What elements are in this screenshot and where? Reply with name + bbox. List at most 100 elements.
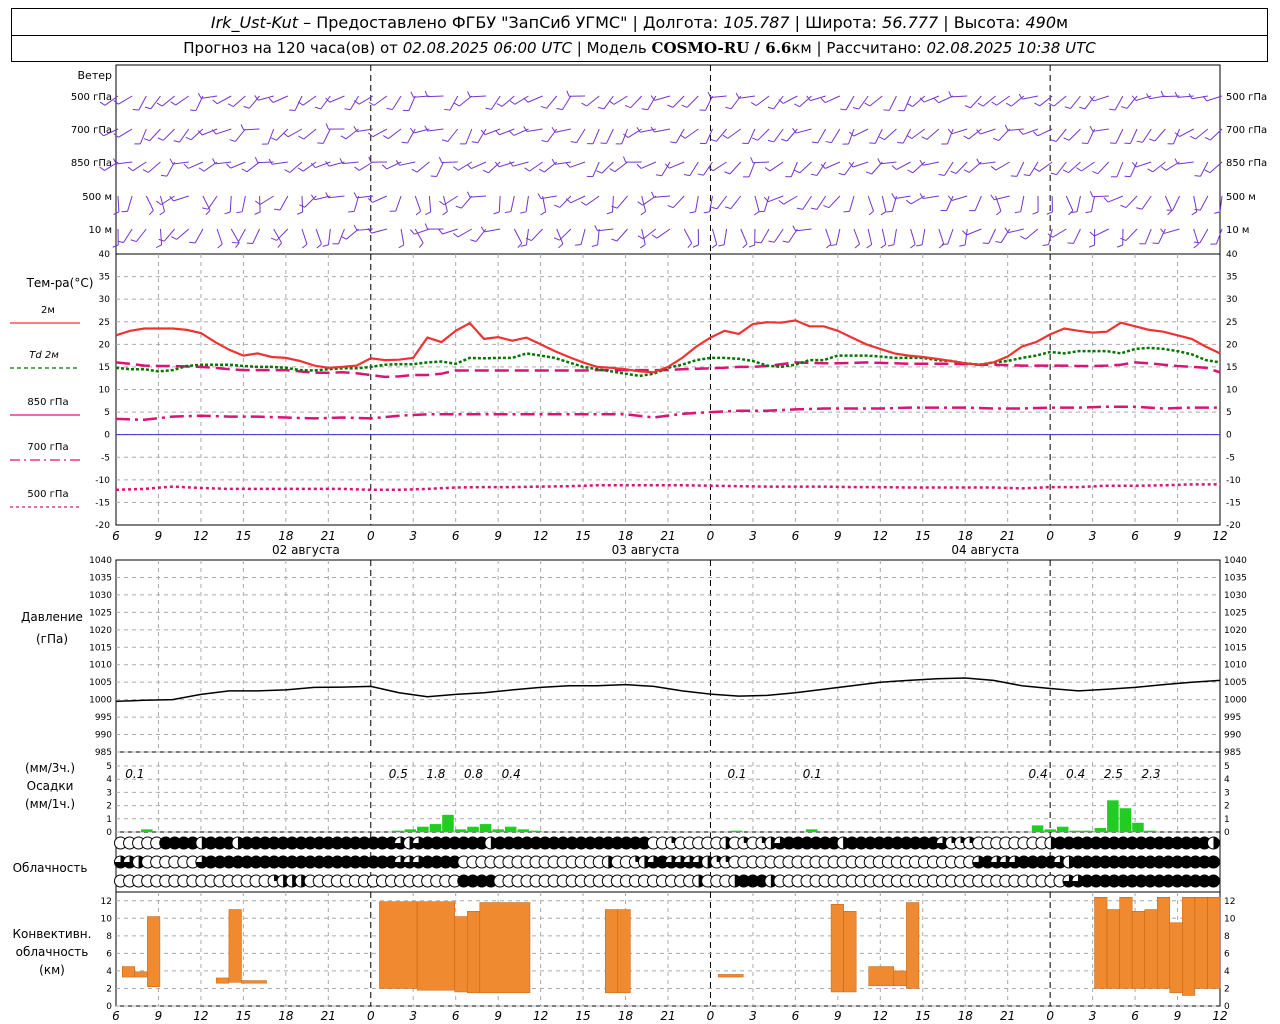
wind-barb <box>555 128 572 133</box>
precip-unit-3h: (мм/3ч.) <box>25 761 75 775</box>
wind-barb <box>1025 228 1039 240</box>
wind-barb-flag <box>886 210 893 213</box>
wind-barb-flag <box>667 204 674 209</box>
wind-barb-flag <box>241 168 248 173</box>
wind-barb-flag <box>368 101 375 106</box>
wind-barb <box>951 95 968 98</box>
wind-barb <box>1141 195 1152 210</box>
wind-barb <box>921 228 926 245</box>
wind-barb-flag <box>1136 207 1143 210</box>
wind-barb <box>730 195 742 209</box>
precip-bar <box>417 826 429 832</box>
wind-barb-flag <box>143 138 150 142</box>
convective-cloud-bar <box>1106 909 1120 989</box>
wind-barb-flag <box>921 136 928 140</box>
wind-barb <box>301 228 308 245</box>
wind-barb <box>974 195 982 211</box>
conv-title: Конвективн. <box>13 927 92 941</box>
wind-barb <box>1116 161 1124 178</box>
wind-barb <box>903 95 912 111</box>
wind-barb <box>760 228 770 244</box>
wind-barb-flag <box>742 243 748 249</box>
wind-barb-flag <box>409 229 415 235</box>
temp-tick-label-right: 5 <box>1226 408 1232 418</box>
wind-barb-flag <box>877 158 882 165</box>
wind-barb <box>831 128 841 143</box>
hour-tick-label: 12 <box>873 529 888 543</box>
conv-tick-label-right: 6 <box>1224 949 1230 959</box>
wind-barb-flag <box>820 98 826 103</box>
temp-title: Тем-ра(°C) <box>26 276 94 290</box>
temp-tick-label-right: 30 <box>1226 295 1238 305</box>
wind-barb-flag <box>650 191 655 198</box>
wind-barb-flag <box>1079 106 1086 110</box>
wind-barb <box>1093 95 1109 102</box>
wind-barb-flag <box>990 165 997 171</box>
precip-bar <box>1094 828 1107 832</box>
wind-barb <box>570 195 586 204</box>
wind-barb <box>1215 228 1223 245</box>
convective-cloud-bar <box>868 966 895 987</box>
convective-cloud-bar <box>228 909 242 983</box>
wind-barb <box>980 128 996 135</box>
wind-barb-flag <box>558 243 564 249</box>
wind-barb <box>216 228 223 245</box>
temp-tick-label-right: 0 <box>1226 431 1232 441</box>
wind-barb <box>147 161 161 173</box>
wind-barb-flag <box>916 244 923 247</box>
wind-barb-flag <box>707 91 712 98</box>
hour-tick-label-bottom: 6 <box>112 1009 120 1023</box>
convective-cloud-bar <box>467 911 481 994</box>
wind-barb <box>1065 195 1074 211</box>
wind-barb <box>546 95 558 109</box>
wind-barb <box>329 95 345 103</box>
wind-barb-flag <box>1136 140 1143 143</box>
wind-barb-flag <box>1160 228 1165 234</box>
wind-barb-flag <box>354 166 360 171</box>
wind-barb <box>475 228 487 242</box>
wind-barb-flag <box>148 210 154 216</box>
wind-barb <box>461 195 473 209</box>
wind-barb-flag <box>452 232 459 238</box>
wind-barb-flag <box>962 230 967 236</box>
precip-total-label: 0.1 <box>125 767 144 781</box>
wind-barb <box>118 128 133 138</box>
wind-barb-flag <box>722 134 729 139</box>
wind-barb-flag <box>1120 204 1127 209</box>
wind-barb-flag <box>1085 211 1092 214</box>
precip-tick-label-left: 4 <box>106 775 112 785</box>
wind-barb <box>188 161 204 169</box>
wind-barb <box>910 228 916 245</box>
pressure-tick-label-right: 1015 <box>1224 643 1247 653</box>
wind-barb <box>951 195 968 201</box>
precip-bar <box>479 824 492 832</box>
wind-barb <box>427 95 444 98</box>
wind-barb-flag <box>157 137 164 141</box>
wind-barb-flag <box>906 134 913 139</box>
wind-barb-flag <box>1121 106 1128 109</box>
temp-tick-label-left: 15 <box>99 363 110 373</box>
pressure-title: Давление <box>21 610 83 624</box>
hour-tick-label: 18 <box>618 529 634 543</box>
wind-barb <box>176 228 190 240</box>
wind-barb <box>525 228 529 245</box>
wind-barb-flag <box>1204 169 1211 174</box>
hour-tick-label: 6 <box>1131 529 1139 543</box>
wind-barb <box>757 128 770 141</box>
wind-barb-flag <box>679 134 686 139</box>
wind-barb-flag <box>963 135 970 140</box>
wind-barb-flag <box>466 164 472 169</box>
wind-barb-flag <box>537 193 542 199</box>
wind-barb <box>138 95 147 111</box>
conv-tick-label-left: 4 <box>106 967 112 977</box>
conv-title: (км) <box>39 963 65 977</box>
wind-barb-flag <box>996 210 1002 216</box>
wind-barb-flag <box>171 236 177 240</box>
wind-barb-flag <box>314 106 321 110</box>
wind-barb <box>802 195 812 210</box>
wind-barb-flag <box>575 243 582 246</box>
hour-tick-label-bottom: 9 <box>1174 1009 1182 1023</box>
wind-barb <box>322 128 331 144</box>
wind-barb <box>825 228 832 245</box>
wind-barb <box>118 95 133 105</box>
